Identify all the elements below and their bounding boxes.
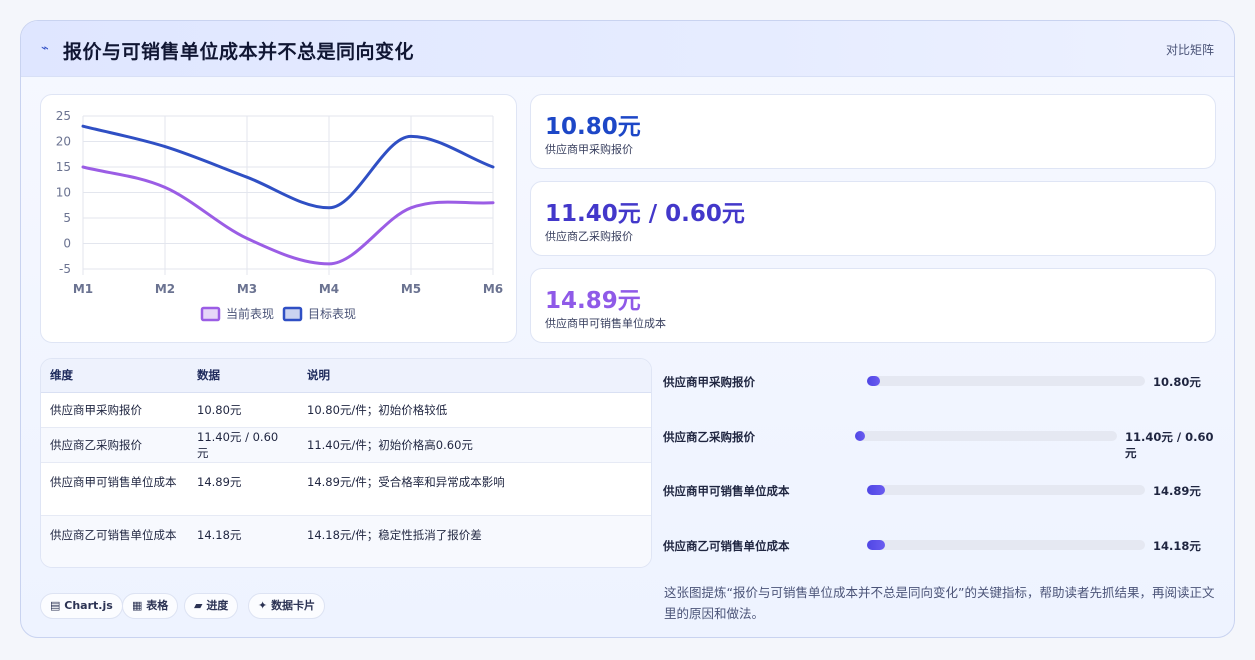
progress-value: 14.89元	[1153, 484, 1201, 498]
data-table-panel: 维度 数据 说明 供应商甲采购报价 10.80元 10.80元/件；初始价格较低…	[40, 358, 652, 568]
table-cell: 11.40元/件；初始价格高0.60元	[298, 427, 651, 463]
progress-fill	[867, 540, 886, 550]
table-row: 供应商甲可销售单位成本 14.89元 14.89元/件；受合格率和异常成本影响	[41, 462, 651, 516]
x-tick-label: M2	[155, 282, 175, 296]
chip-data-card: ✦ 数据卡片	[248, 593, 326, 619]
progress-label: 供应商乙可销售单位成本	[663, 539, 790, 553]
x-tick-label: M1	[73, 282, 93, 296]
progress-label: 供应商乙采购报价	[663, 430, 755, 444]
kpi-label: 供应商乙采购报价	[545, 230, 633, 243]
y-tick-label: 25	[56, 109, 71, 123]
progress-row: 供应商乙采购报价 11.40元 / 0.60元	[663, 426, 1223, 460]
progress-row: 供应商乙可销售单位成本 14.18元	[663, 535, 1223, 555]
x-tick-label: M4	[319, 282, 339, 296]
table-cell: 14.89元	[188, 462, 298, 516]
card-title: 报价与可销售单位成本并不总是同向变化	[63, 41, 415, 63]
y-tick-label: 20	[56, 135, 71, 149]
progress-label: 供应商甲采购报价	[663, 375, 755, 389]
table-header: 数据	[188, 359, 298, 393]
table-cell: 14.89元/件；受合格率和异常成本影响	[298, 462, 651, 516]
progress-value: 11.40元 / 0.60元	[1125, 430, 1214, 460]
progress-track	[867, 485, 1145, 495]
progress-value: 10.80元	[1153, 375, 1201, 389]
table-cell: 供应商乙采购报价	[41, 427, 188, 463]
progress-track	[855, 431, 1117, 441]
y-tick-label: 15	[56, 160, 71, 174]
table-header: 说明	[298, 359, 651, 393]
table-header: 维度	[41, 359, 188, 393]
chip-table: ▦ 表格	[122, 593, 179, 619]
progress-row: 供应商甲可销售单位成本 14.89元	[663, 480, 1223, 500]
table-cell: 供应商甲可销售单位成本	[41, 462, 188, 516]
table-row: 供应商乙采购报价 11.40元 / 0.60元 11.40元/件；初始价格高0.…	[41, 427, 651, 463]
progress-track	[867, 376, 1145, 386]
table-cell: 14.18元	[188, 515, 298, 567]
card-header: ⌁ 报价与可销售单位成本并不总是同向变化 对比矩阵	[21, 21, 1234, 77]
table-cell: 供应商甲采购报价	[41, 392, 188, 428]
series-line-1	[81, 165, 495, 266]
chip-chartjs: ▤ Chart.js	[40, 593, 123, 619]
kpi-value: 11.40元 / 0.60元	[545, 201, 745, 227]
legend-swatch	[200, 306, 221, 322]
header-tag: 对比矩阵	[1165, 43, 1214, 57]
trend-icon: ⌁	[41, 41, 49, 56]
kpi-card-3: 14.89元 供应商甲可销售单位成本	[530, 268, 1216, 343]
kpi-card-1: 10.80元 供应商甲采购报价	[530, 94, 1216, 169]
x-tick-label: M6	[483, 282, 503, 296]
kpi-value: 10.80元	[545, 114, 641, 140]
x-tick-label: M3	[237, 282, 257, 296]
kpi-label: 供应商甲可销售单位成本	[545, 317, 666, 330]
table-icon: ▦	[132, 599, 143, 612]
chart-icon: ▤	[50, 599, 61, 612]
kpi-card-2: 11.40元 / 0.60元 供应商乙采购报价	[530, 181, 1216, 256]
y-tick-label: 5	[63, 211, 71, 225]
table-cell: 供应商乙可销售单位成本	[41, 515, 188, 567]
table-row: 供应商乙可销售单位成本 14.18元 14.18元/件；稳定性抵消了报价差	[41, 515, 651, 567]
x-tick-label: M5	[401, 282, 421, 296]
kpi-value: 14.89元	[545, 288, 641, 314]
progress-row: 供应商甲采购报价 10.80元	[663, 371, 1223, 391]
progress-track	[867, 540, 1145, 550]
progress-icon: ▰	[194, 599, 203, 612]
summary-note: 这张图提炼“报价与可销售单位成本并不总是同向变化”的关键指标，帮助读者先抓结果，…	[664, 585, 1215, 621]
data-table: 维度 数据 说明 供应商甲采购报价 10.80元 10.80元/件；初始价格较低…	[41, 359, 651, 567]
progress-fill	[867, 376, 880, 386]
progress-label: 供应商甲可销售单位成本	[663, 484, 790, 498]
line-chart: -5 0 5 10 15 20 25 M1 M2 M3 M4 M5 M6 当前表现 目标表现	[56, 109, 503, 322]
table-cell: 10.80元/件；初始价格较低	[298, 392, 651, 428]
legend-swatch	[282, 306, 303, 322]
table-cell: 10.80元	[188, 392, 298, 428]
chip-progress: ▰ 进度	[184, 593, 239, 619]
table-cell: 14.18元/件；稳定性抵消了报价差	[298, 515, 651, 567]
legend-label: 当前表现	[226, 306, 274, 321]
progress-fill	[855, 431, 866, 441]
dashboard-card: ⌁ 报价与可销售单位成本并不总是同向变化 对比矩阵 -5 0 5 10 15 20 25 M1…	[20, 20, 1235, 638]
card-icon: ✦	[258, 599, 268, 612]
y-tick-label: 10	[56, 186, 71, 200]
table-row: 供应商甲采购报价 10.80元 10.80元/件；初始价格较低	[41, 392, 651, 428]
y-tick-label: -5	[59, 262, 71, 276]
progress-fill	[867, 485, 886, 495]
legend-label: 目标表现	[308, 307, 356, 321]
y-tick-label: 0	[63, 237, 71, 251]
table-cell: 11.40元 / 0.60元	[188, 427, 298, 463]
progress-value: 14.18元	[1153, 539, 1201, 553]
kpi-label: 供应商甲采购报价	[545, 143, 633, 156]
line-chart-panel: -5 0 5 10 15 20 25 M1 M2 M3 M4 M5 M6 当前表现 目标表现	[40, 94, 517, 343]
